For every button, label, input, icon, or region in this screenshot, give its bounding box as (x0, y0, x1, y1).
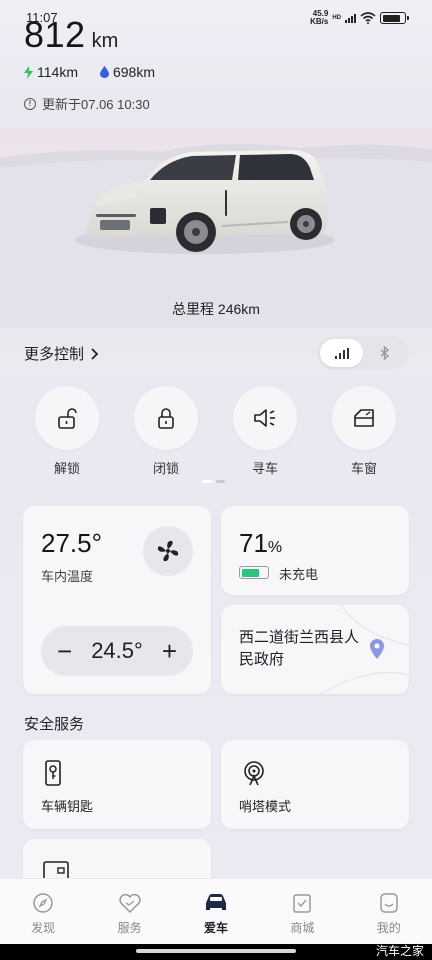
bluetooth-icon (380, 346, 389, 360)
unlock-icon (58, 408, 77, 429)
car-key-icon (45, 760, 61, 786)
status-indicators: 45.9 KB/s HD (310, 9, 409, 26)
fan-button[interactable] (143, 526, 193, 576)
bluetooth-mode-button[interactable] (363, 339, 406, 367)
window-icon (354, 409, 374, 427)
lock-icon (158, 408, 174, 429)
wifi-icon (360, 12, 376, 24)
bottom-tab-bar: 发现 服务 爱车 商城 我的 (0, 878, 432, 944)
battery-level-icon (239, 566, 269, 579)
tab-service[interactable]: 服务 (100, 891, 160, 944)
cellular-signal-icon (345, 13, 356, 23)
page-indicator (202, 480, 225, 483)
car-key-card[interactable]: 车辆钥匙 (23, 740, 211, 829)
location-card[interactable]: 西二道街兰西县人民政府 (221, 605, 409, 694)
info-icon: ! (24, 97, 36, 110)
set-temperature: 24.5° (91, 638, 143, 663)
climate-card[interactable]: 27.5° 车内温度 − 24.5° + (23, 506, 211, 694)
cabin-temperature-label: 车内温度 (41, 569, 94, 584)
car-icon (205, 894, 226, 910)
location-address: 西二道街兰西县人民政府 (239, 629, 360, 668)
range-unit: km (91, 30, 119, 52)
cabin-temperature: 27.5° (41, 528, 103, 558)
tab-discover[interactable]: 发现 (13, 891, 73, 944)
charging-status: 未充电 (279, 567, 319, 582)
sub-range: 114km 698km (24, 64, 155, 80)
horn-icon (254, 409, 275, 427)
find-car-button[interactable]: 寻车 (233, 386, 297, 477)
more-controls-link[interactable]: 更多控制 (24, 343, 99, 364)
location-pin-icon (370, 639, 384, 659)
sentry-mode-card[interactable]: 哨塔模式 (221, 740, 409, 829)
watermark: 汽车之家 (375, 944, 424, 958)
home-indicator[interactable] (136, 949, 296, 953)
battery-percent: 71% (239, 528, 283, 558)
update-time: ! 更新于07.06 10:30 (24, 94, 150, 113)
fuel-drop-icon (99, 66, 109, 78)
phone-battery-icon (380, 12, 409, 24)
temperature-setpoint: − 24.5° + (41, 626, 193, 676)
smile-icon (380, 893, 398, 913)
lock-button[interactable]: 闭锁 (134, 386, 198, 477)
hd-badge: HD (332, 15, 341, 21)
sentry-icon (244, 761, 264, 786)
signal-bars-icon (334, 347, 349, 359)
car-scene (0, 128, 432, 328)
connection-toggle[interactable] (317, 336, 409, 370)
unlock-button[interactable]: 解锁 (35, 386, 99, 477)
lightning-icon (24, 65, 33, 79)
chevron-right-icon (91, 347, 99, 360)
compass-icon (33, 893, 53, 913)
temp-increase-button[interactable]: + (162, 638, 177, 664)
total-mileage: 总里程 246km (172, 301, 260, 317)
safety-section-title: 安全服务 (24, 716, 85, 733)
heart-icon (118, 893, 141, 914)
temp-decrease-button[interactable]: − (57, 638, 72, 664)
fan-icon (157, 540, 179, 562)
tab-mine[interactable]: 我的 (359, 891, 419, 944)
electric-range: 114km (24, 64, 78, 80)
tab-mall[interactable]: 商城 (272, 891, 332, 944)
cellular-mode-button[interactable] (320, 339, 363, 367)
bag-icon (293, 894, 312, 913)
total-range: 812 km (24, 14, 118, 56)
fuel-range: 698km (99, 64, 155, 80)
tab-my-car[interactable]: 爱车 (186, 891, 246, 944)
battery-card[interactable]: 71% 未充电 (221, 506, 409, 595)
range-value: 812 (24, 14, 86, 55)
network-speed: 45.9 KB/s (310, 9, 329, 26)
window-button[interactable]: 车窗 (332, 386, 396, 477)
